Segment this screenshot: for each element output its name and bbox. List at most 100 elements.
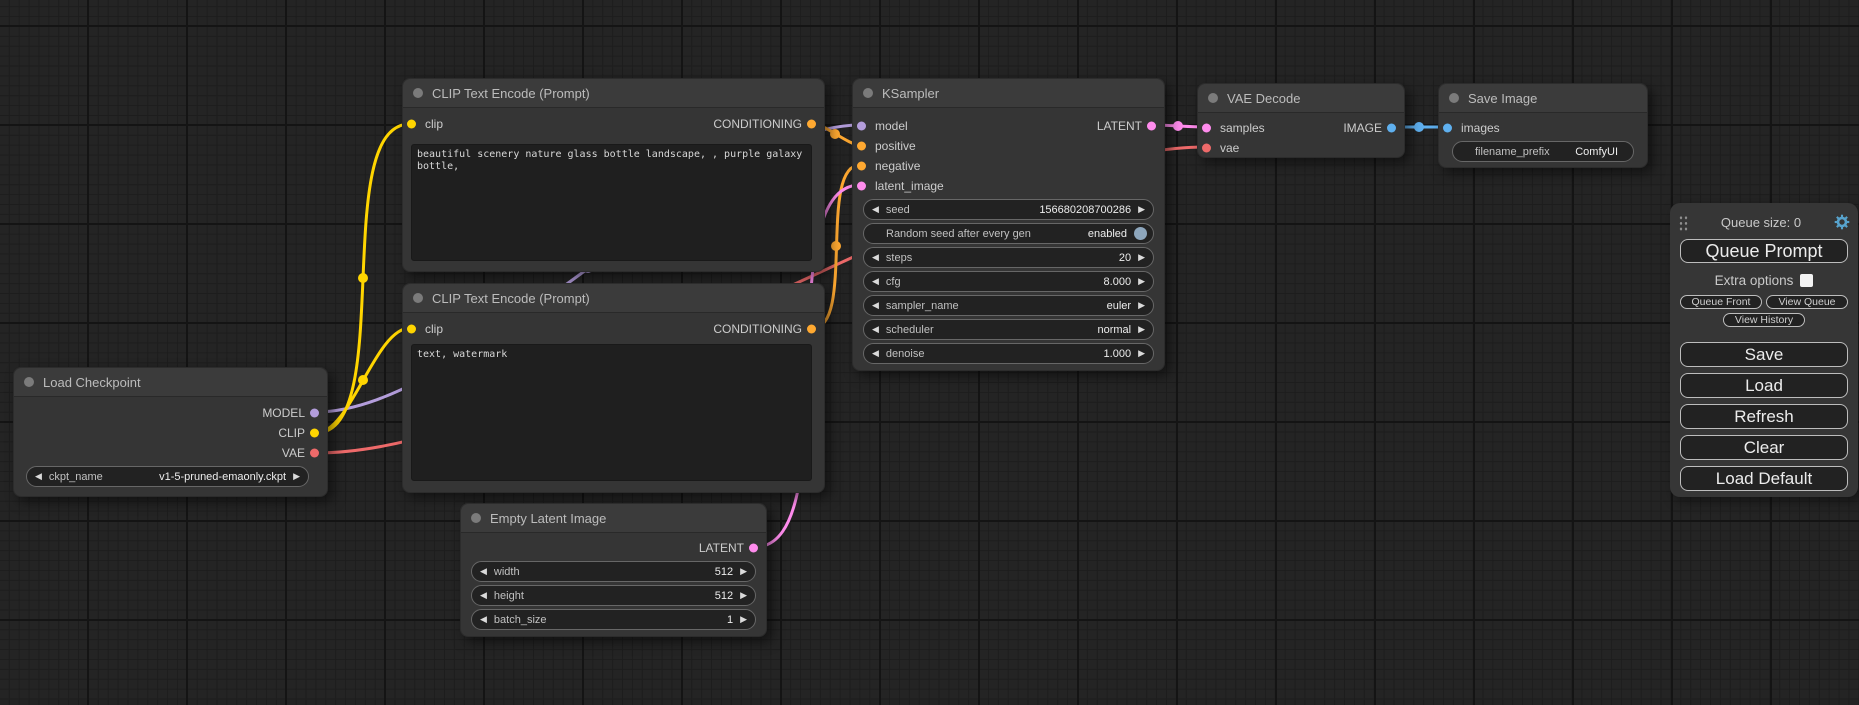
collapse-dot-icon[interactable] xyxy=(1449,93,1459,103)
drag-handle-icon[interactable] xyxy=(1678,214,1688,231)
extra-options-checkbox[interactable] xyxy=(1800,274,1813,287)
input-label: latent_image xyxy=(875,179,944,193)
settings-gear-icon[interactable] xyxy=(1834,214,1850,230)
conditioning-output-port[interactable] xyxy=(807,325,816,334)
increment-arrow-icon[interactable]: ▶ xyxy=(740,591,747,600)
latent-image-input-port[interactable] xyxy=(857,182,866,191)
node-header[interactable]: CLIP Text Encode (Prompt) xyxy=(403,284,824,313)
decrement-arrow-icon[interactable]: ◀ xyxy=(872,205,879,214)
slot-row: clip CONDITIONING xyxy=(403,114,824,134)
latent-output-port[interactable] xyxy=(749,544,758,553)
link-midpoint-dot xyxy=(358,375,368,385)
view-queue-button[interactable]: View Queue xyxy=(1766,295,1848,309)
scheduler-widget[interactable]: ◀ scheduler normal ▶ xyxy=(863,319,1154,340)
node-header[interactable]: CLIP Text Encode (Prompt) xyxy=(403,79,824,108)
node-empty-latent-image[interactable]: Empty Latent Image LATENT ◀ width 512 ▶ … xyxy=(460,503,767,637)
decrement-arrow-icon[interactable]: ◀ xyxy=(872,253,879,262)
collapse-dot-icon[interactable] xyxy=(413,293,423,303)
clip-input-port[interactable] xyxy=(407,325,416,334)
increment-arrow-icon[interactable]: ▶ xyxy=(1138,253,1145,262)
ckpt-name-widget[interactable]: ◀ ckpt_name v1-5-pruned-emaonly.ckpt ▶ xyxy=(26,466,309,487)
image-output-port[interactable] xyxy=(1387,124,1396,133)
widget-value: 8.000 xyxy=(1104,276,1132,288)
view-history-button[interactable]: View History xyxy=(1723,313,1805,327)
increment-arrow-icon[interactable]: ▶ xyxy=(1138,301,1145,310)
increment-arrow-icon[interactable]: ▶ xyxy=(1138,205,1145,214)
decrement-arrow-icon[interactable]: ◀ xyxy=(480,615,487,624)
decrement-arrow-icon[interactable]: ◀ xyxy=(480,591,487,600)
sampler-name-widget[interactable]: ◀ sampler_name euler ▶ xyxy=(863,295,1154,316)
refresh-button[interactable]: Refresh xyxy=(1680,404,1848,429)
negative-input-port[interactable] xyxy=(857,162,866,171)
node-load-checkpoint[interactable]: Load Checkpoint MODEL CLIP VAE ◀ ckpt_na… xyxy=(13,367,328,497)
prompt-textarea[interactable]: text, watermark xyxy=(411,344,812,481)
denoise-widget[interactable]: ◀ denoise 1.000 ▶ xyxy=(863,343,1154,364)
steps-widget[interactable]: ◀ steps 20 ▶ xyxy=(863,247,1154,268)
load-default-button[interactable]: Load Default xyxy=(1680,466,1848,491)
link-midpoint-dot xyxy=(831,241,841,251)
load-button[interactable]: Load xyxy=(1680,373,1848,398)
conditioning-output-port[interactable] xyxy=(807,120,816,129)
node-ksampler[interactable]: KSampler model LATENT positive negative … xyxy=(852,78,1165,371)
decrement-arrow-icon[interactable]: ◀ xyxy=(35,472,42,481)
seed-widget[interactable]: ◀ seed 156680208700286 ▶ xyxy=(863,199,1154,220)
batch-size-widget[interactable]: ◀ batch_size 1 ▶ xyxy=(471,609,756,630)
clip-input-port[interactable] xyxy=(407,120,416,129)
latent-output-port[interactable] xyxy=(1147,122,1156,131)
node-header[interactable]: KSampler xyxy=(853,79,1164,108)
node-header[interactable]: Empty Latent Image xyxy=(461,504,766,533)
increment-arrow-icon[interactable]: ▶ xyxy=(740,567,747,576)
decrement-arrow-icon[interactable]: ◀ xyxy=(480,567,487,576)
output-label: VAE xyxy=(282,446,305,460)
filename-prefix-widget[interactable]: filename_prefix ComfyUI xyxy=(1452,141,1634,162)
node-clip-text-encode-positive[interactable]: CLIP Text Encode (Prompt) clip CONDITION… xyxy=(402,78,825,272)
decrement-arrow-icon[interactable]: ◀ xyxy=(872,325,879,334)
prompt-textarea[interactable]: beautiful scenery nature glass bottle la… xyxy=(411,144,812,261)
widget-value: v1-5-pruned-emaonly.ckpt xyxy=(159,471,286,483)
queue-prompt-button[interactable]: Queue Prompt xyxy=(1680,239,1848,263)
node-header[interactable]: Save Image xyxy=(1439,84,1647,113)
samples-input-port[interactable] xyxy=(1202,124,1211,133)
collapse-dot-icon[interactable] xyxy=(1208,93,1218,103)
widget-value: 156680208700286 xyxy=(1039,204,1131,216)
increment-arrow-icon[interactable]: ▶ xyxy=(293,472,300,481)
node-title: Load Checkpoint xyxy=(43,375,141,390)
increment-arrow-icon[interactable]: ▶ xyxy=(1138,349,1145,358)
node-save-image[interactable]: Save Image images filename_prefix ComfyU… xyxy=(1438,83,1648,168)
increment-arrow-icon[interactable]: ▶ xyxy=(1138,325,1145,334)
widget-value: 1.000 xyxy=(1104,348,1132,360)
collapse-dot-icon[interactable] xyxy=(413,88,423,98)
images-input-port[interactable] xyxy=(1443,124,1452,133)
height-widget[interactable]: ◀ height 512 ▶ xyxy=(471,585,756,606)
node-header[interactable]: Load Checkpoint xyxy=(14,368,327,397)
random-seed-toggle[interactable] xyxy=(1134,227,1147,240)
widget-value: euler xyxy=(1107,300,1131,312)
output-label: CONDITIONING xyxy=(713,322,802,336)
clip-output-port[interactable] xyxy=(310,429,319,438)
collapse-dot-icon[interactable] xyxy=(24,377,34,387)
model-input-port[interactable] xyxy=(857,122,866,131)
node-header[interactable]: VAE Decode xyxy=(1198,84,1404,113)
increment-arrow-icon[interactable]: ▶ xyxy=(1138,277,1145,286)
cfg-widget[interactable]: ◀ cfg 8.000 ▶ xyxy=(863,271,1154,292)
decrement-arrow-icon[interactable]: ◀ xyxy=(872,277,879,286)
clear-button[interactable]: Clear xyxy=(1680,435,1848,460)
node-clip-text-encode-negative[interactable]: CLIP Text Encode (Prompt) clip CONDITION… xyxy=(402,283,825,493)
decrement-arrow-icon[interactable]: ◀ xyxy=(872,349,879,358)
positive-input-port[interactable] xyxy=(857,142,866,151)
width-widget[interactable]: ◀ width 512 ▶ xyxy=(471,561,756,582)
queue-front-button[interactable]: Queue Front xyxy=(1680,295,1762,309)
random-seed-widget[interactable]: Random seed after every gen enabled xyxy=(863,223,1154,244)
node-vae-decode[interactable]: VAE Decode samples IMAGE vae xyxy=(1197,83,1405,158)
increment-arrow-icon[interactable]: ▶ xyxy=(740,615,747,624)
widget-name: width xyxy=(494,566,520,578)
node-canvas[interactable]: Load Checkpoint MODEL CLIP VAE ◀ ckpt_na… xyxy=(0,0,1859,705)
vae-output-port[interactable] xyxy=(310,449,319,458)
save-button[interactable]: Save xyxy=(1680,342,1848,367)
collapse-dot-icon[interactable] xyxy=(471,513,481,523)
vae-input-port[interactable] xyxy=(1202,144,1211,153)
collapse-dot-icon[interactable] xyxy=(863,88,873,98)
model-output-port[interactable] xyxy=(310,409,319,418)
widget-value: 512 xyxy=(715,566,733,578)
decrement-arrow-icon[interactable]: ◀ xyxy=(872,301,879,310)
